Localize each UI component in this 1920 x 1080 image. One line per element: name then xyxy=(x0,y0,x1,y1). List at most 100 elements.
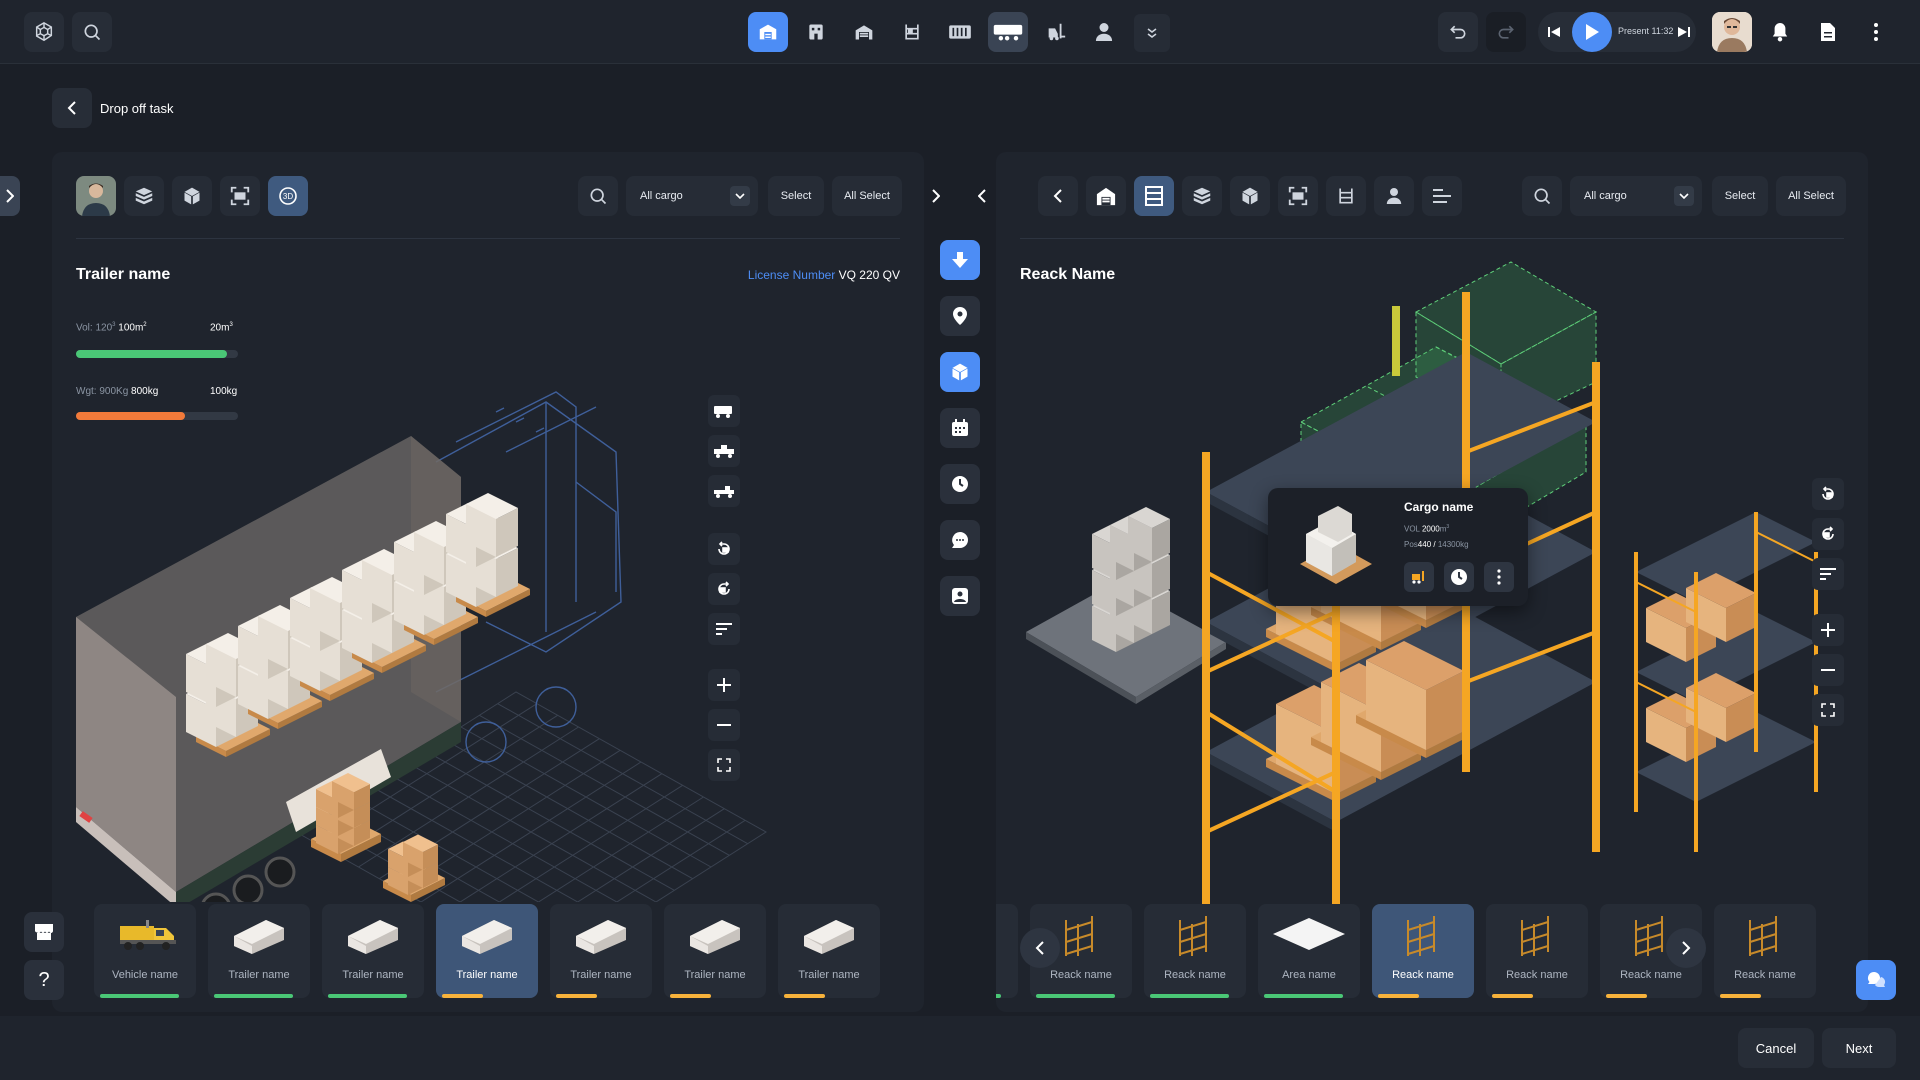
skip-forward-icon[interactable] xyxy=(1674,22,1694,42)
rotate-left-icon[interactable] xyxy=(1812,478,1844,510)
cards-next-button[interactable] xyxy=(1666,928,1706,968)
help-icon[interactable]: ? xyxy=(24,960,64,1000)
garage-tab-icon[interactable] xyxy=(844,12,884,52)
clock-icon[interactable] xyxy=(940,464,980,504)
3d-view-icon[interactable]: 3D xyxy=(268,176,308,216)
cargo-filter-dropdown[interactable]: All cargo xyxy=(626,176,758,216)
user-avatar[interactable] xyxy=(1712,12,1752,52)
support-chat-button[interactable] xyxy=(1856,960,1896,1000)
rotate-left-icon[interactable] xyxy=(708,533,740,565)
app-logo-icon[interactable] xyxy=(24,12,64,52)
store-icon[interactable] xyxy=(24,912,64,952)
building-tab-icon[interactable] xyxy=(796,12,836,52)
warehouse-tab-icon[interactable] xyxy=(748,12,788,52)
redo-icon[interactable] xyxy=(1486,12,1526,52)
trailer-thumbnail xyxy=(778,914,880,954)
rack-icon[interactable] xyxy=(1326,176,1366,216)
trailer-card[interactable]: Trailer name xyxy=(322,904,424,998)
card-label: Reack name xyxy=(1506,969,1568,981)
card-status-bar xyxy=(670,994,711,998)
sort-lines-icon[interactable] xyxy=(708,613,740,645)
location-pin-icon[interactable] xyxy=(940,296,980,336)
forklift-action-icon[interactable] xyxy=(1404,562,1434,592)
sort-lines-icon[interactable] xyxy=(1812,558,1844,590)
zoom-in-icon[interactable] xyxy=(1812,614,1844,646)
scan-box-icon[interactable] xyxy=(220,176,260,216)
back-button[interactable] xyxy=(52,88,92,128)
shelf-icon[interactable] xyxy=(1134,176,1174,216)
card-label: Trailer name xyxy=(798,969,860,981)
svg-text:3D: 3D xyxy=(283,192,293,201)
image-icon[interactable] xyxy=(940,576,980,616)
user-tab-icon[interactable] xyxy=(1084,12,1124,52)
expand-right-panel-icon[interactable] xyxy=(970,176,994,216)
toolbar-divider xyxy=(76,238,900,239)
truck-flat-icon[interactable] xyxy=(708,475,740,507)
more-vertical-icon[interactable] xyxy=(1484,562,1514,592)
zoom-out-icon[interactable] xyxy=(1812,654,1844,686)
skip-back-icon[interactable] xyxy=(1544,22,1564,42)
chat-bubble-icon[interactable] xyxy=(940,520,980,560)
left-drawer-toggle[interactable] xyxy=(0,176,20,216)
trailer-card[interactable]: Trailer name xyxy=(436,904,538,998)
dock-tab-icon[interactable] xyxy=(940,12,980,52)
rack-card[interactable]: Reack name xyxy=(1372,904,1474,998)
trailer-card[interactable]: Trailer name xyxy=(664,904,766,998)
rack-card[interactable]: Reack name xyxy=(1486,904,1588,998)
document-icon[interactable] xyxy=(1808,12,1848,52)
all-select-button[interactable]: All Select xyxy=(1776,176,1846,216)
expand-left-panel-icon[interactable] xyxy=(924,176,948,216)
user-icon[interactable] xyxy=(1374,176,1414,216)
trailer-3d-view[interactable] xyxy=(76,302,776,902)
trailer-tab-icon[interactable] xyxy=(988,12,1028,52)
driver-avatar[interactable] xyxy=(76,176,116,216)
search-icon[interactable] xyxy=(72,12,112,52)
rack-back-button[interactable] xyxy=(1038,176,1078,216)
scan-box-icon[interactable] xyxy=(1278,176,1318,216)
boxes-stack-icon[interactable] xyxy=(1182,176,1222,216)
rotate-right-icon[interactable] xyxy=(708,573,740,605)
panel-search-icon[interactable] xyxy=(1522,176,1562,216)
rack-card[interactable]: ne xyxy=(996,904,1018,998)
drop-down-arrow-icon[interactable] xyxy=(940,240,980,280)
rack-card[interactable]: Reack name xyxy=(1144,904,1246,998)
trailer-card[interactable]: Trailer name xyxy=(550,904,652,998)
box-icon[interactable] xyxy=(172,176,212,216)
warehouse-icon[interactable] xyxy=(1086,176,1126,216)
cards-prev-button[interactable] xyxy=(1020,928,1060,968)
next-button[interactable]: Next xyxy=(1822,1028,1896,1068)
cargo-filter-dropdown[interactable]: All cargo xyxy=(1570,176,1702,216)
cube-icon[interactable] xyxy=(940,352,980,392)
top-bar: Present 11:32 xyxy=(0,0,1920,64)
panel-search-icon[interactable] xyxy=(578,176,618,216)
cancel-button[interactable]: Cancel xyxy=(1738,1028,1814,1068)
rotate-right-icon[interactable] xyxy=(1812,518,1844,550)
zoom-in-icon[interactable] xyxy=(708,669,740,701)
notification-bell-icon[interactable] xyxy=(1760,12,1800,52)
more-vertical-icon[interactable] xyxy=(1856,12,1896,52)
undo-icon[interactable] xyxy=(1438,12,1478,52)
trailer-card[interactable]: Trailer name xyxy=(208,904,310,998)
forklift-tab-icon[interactable] xyxy=(1036,12,1076,52)
align-lines-icon[interactable] xyxy=(1422,176,1462,216)
calendar-icon[interactable] xyxy=(940,408,980,448)
select-button[interactable]: Select xyxy=(768,176,824,216)
truck-side-icon[interactable] xyxy=(708,435,740,467)
play-button[interactable] xyxy=(1572,12,1612,52)
fullscreen-icon[interactable] xyxy=(708,749,740,781)
more-tabs-chevron-icon[interactable] xyxy=(1134,14,1170,52)
rack-tab-icon[interactable] xyxy=(892,12,932,52)
trailer-view-icon[interactable] xyxy=(708,395,740,427)
zoom-out-icon[interactable] xyxy=(708,709,740,741)
vehicle-card[interactable]: Vehicle name xyxy=(94,904,196,998)
box-icon[interactable] xyxy=(1230,176,1270,216)
area-card[interactable]: Area name xyxy=(1258,904,1360,998)
select-button[interactable]: Select xyxy=(1712,176,1768,216)
fullscreen-icon[interactable] xyxy=(1812,694,1844,726)
trailer-card[interactable]: Trailer name xyxy=(778,904,880,998)
all-select-button[interactable]: All Select xyxy=(832,176,902,216)
rack-card[interactable]: Reack name xyxy=(1714,904,1816,998)
boxes-stack-icon[interactable] xyxy=(124,176,164,216)
cargo-thumbnail xyxy=(1300,506,1372,584)
schedule-clock-icon[interactable] xyxy=(1444,562,1474,592)
